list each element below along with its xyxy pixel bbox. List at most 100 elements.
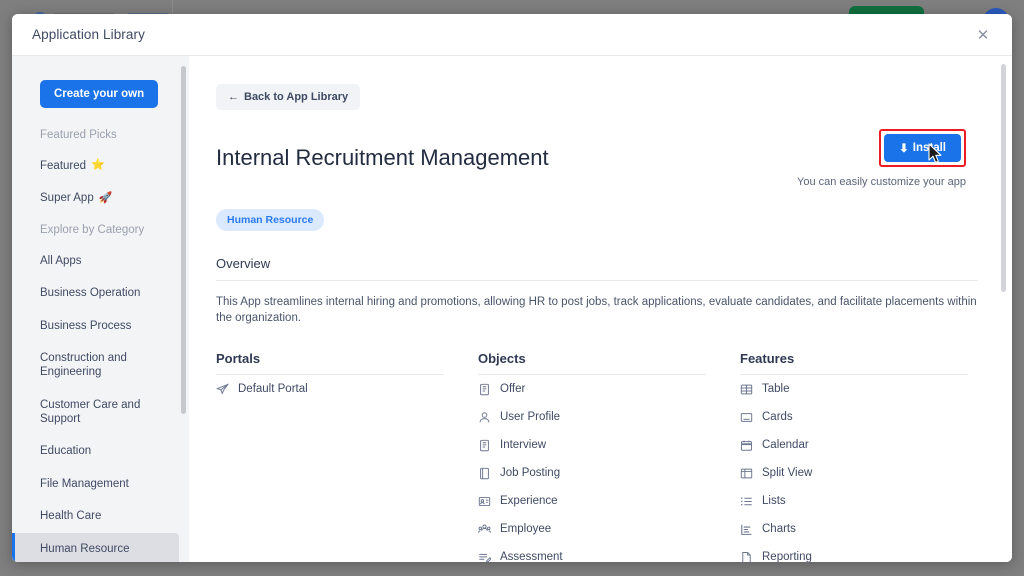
back-to-app-library-button[interactable]: ← Back to App Library	[216, 84, 361, 110]
sidebar-item-human-resource[interactable]: Human Resource	[12, 532, 179, 562]
list-item[interactable]: Experience	[478, 487, 740, 515]
column-heading: Objects	[478, 351, 526, 367]
create-your-own-button[interactable]: Create your own	[40, 80, 159, 108]
overview-heading: Overview	[216, 256, 271, 271]
page-title: Internal Recruitment Management	[216, 144, 549, 170]
report-page-icon	[740, 551, 753, 562]
list-item-label: User Profile	[500, 411, 561, 424]
sidebar-group-label-explore-by-category: Explore by Category	[40, 223, 145, 236]
overview-divider	[216, 280, 978, 281]
sidebar-item-label: Education	[40, 445, 92, 458]
list-item[interactable]: Employee	[478, 515, 740, 543]
list-item[interactable]: Cards	[740, 403, 1002, 431]
title-row: Internal Recruitment Management ⬇ Instal…	[216, 129, 978, 188]
dialog-title: Application Library	[32, 27, 145, 42]
list-item-label: Offer	[500, 383, 526, 396]
list-icon	[740, 495, 753, 508]
sidebar-item-label: Business Operation	[40, 287, 141, 300]
sidebar-item-featured[interactable]: Featured ⭐	[12, 150, 179, 182]
content-area: ← Back to App Library Internal Recruitme…	[189, 56, 1012, 562]
calendar-icon	[740, 439, 753, 452]
list-item-label: Job Posting	[500, 467, 561, 480]
column-heading: Portals	[216, 351, 261, 367]
close-icon[interactable]: ✕	[970, 22, 996, 48]
list-item[interactable]: Interview	[478, 431, 740, 459]
rocket-icon: 🚀	[98, 191, 113, 204]
sidebar-item-label: Health Care	[40, 510, 102, 523]
list-item[interactable]: Lists	[740, 487, 1002, 515]
left-arrow-icon: ←	[228, 91, 239, 103]
sidebar-item-label: Business Process	[40, 319, 132, 332]
list-item-label: Table	[762, 383, 790, 396]
install-column: ⬇ Install You can easily customize your …	[797, 129, 978, 188]
list-item[interactable]: Offer	[478, 375, 740, 403]
overview-description: This App streamlines internal hiring and…	[216, 296, 977, 325]
list-item-label: Employee	[500, 523, 552, 536]
content-scrollbar-thumb[interactable]	[1001, 64, 1006, 292]
sidebar-item-customer-care-and-support[interactable]: Customer Care and Support	[12, 389, 179, 436]
download-icon: ⬇	[899, 143, 909, 155]
sidebar: Create your own Featured Picks Featured …	[12, 56, 189, 562]
list-item[interactable]: Table	[740, 375, 1002, 403]
chart-icon	[740, 523, 753, 536]
install-button[interactable]: ⬇ Install	[884, 134, 961, 162]
list-item[interactable]: User Profile	[478, 403, 740, 431]
list-item-label: Lists	[762, 495, 786, 508]
content-scroll-content: ← Back to App Library Internal Recruitme…	[189, 56, 1012, 562]
book-icon	[478, 467, 491, 480]
list-item[interactable]: Reporting	[740, 543, 1002, 562]
document-icon	[478, 383, 491, 396]
sidebar-item-label: Human Resource	[40, 542, 130, 555]
list-item[interactable]: Split View	[740, 459, 1002, 487]
document-icon	[478, 439, 491, 452]
badge-icon	[478, 495, 491, 508]
list-item-label: Calendar	[762, 439, 809, 452]
sidebar-item-education[interactable]: Education	[12, 435, 179, 467]
sidebar-scrollbar-thumb[interactable]	[181, 66, 186, 414]
sidebar-item-file-management[interactable]: File Management	[12, 468, 179, 500]
list-item[interactable]: Charts	[740, 515, 1002, 543]
list-item[interactable]: Calendar	[740, 431, 1002, 459]
column-objects: Objects Offer User Profile Interview Job…	[478, 351, 740, 562]
list-item-label: Cards	[762, 411, 793, 424]
split-view-icon	[740, 467, 753, 480]
sidebar-item-business-process[interactable]: Business Process	[12, 310, 179, 342]
sidebar-item-label: File Management	[40, 477, 129, 490]
sidebar-item-construction-and-engineering[interactable]: Construction and Engineering	[12, 342, 179, 389]
column-heading: Features	[740, 351, 795, 367]
table-icon	[740, 383, 753, 396]
list-item-label: Split View	[762, 467, 813, 480]
list-item-label: Experience	[500, 495, 558, 508]
card-icon	[740, 411, 753, 424]
list-item-label: Charts	[762, 523, 796, 536]
column-features: Features Table Cards Calendar Split View…	[740, 351, 1002, 562]
list-item[interactable]: Assessment	[478, 543, 740, 562]
list-item[interactable]: Default Portal	[216, 375, 478, 403]
sidebar-item-label: Customer Care and Support	[40, 398, 141, 425]
form-edit-icon	[478, 551, 491, 562]
sidebar-group-label-featured-picks: Featured Picks	[40, 129, 117, 141]
sidebar-item-all-apps[interactable]: All Apps	[12, 245, 179, 277]
sidebar-item-super-app[interactable]: Super App 🚀	[12, 182, 179, 214]
install-button-label: Install	[912, 142, 946, 154]
star-icon: ⭐	[91, 159, 105, 172]
column-portals: Portals Default Portal	[216, 351, 478, 562]
category-chip[interactable]: Human Resource	[216, 209, 325, 231]
sidebar-item-label: Construction and Engineering	[40, 351, 127, 379]
sidebar-item-label: Featured	[40, 160, 87, 172]
sidebar-scroll-content: Create your own Featured Picks Featured …	[12, 56, 189, 562]
sidebar-item-business-operation[interactable]: Business Operation	[12, 277, 179, 309]
list-item-label: Assessment	[500, 551, 563, 562]
list-item-label: Reporting	[762, 551, 812, 562]
user-icon	[478, 411, 491, 424]
detail-columns: Portals Default Portal Objects Offer Use…	[216, 351, 978, 562]
install-highlight-box: ⬇ Install	[879, 129, 966, 167]
list-item[interactable]: Job Posting	[478, 459, 740, 487]
application-library-dialog: Application Library ✕ Create your own Fe…	[12, 14, 1012, 562]
sidebar-scrollbar-track[interactable]	[181, 60, 188, 558]
list-item-label: Default Portal	[238, 383, 308, 396]
sidebar-item-health-care[interactable]: Health Care	[12, 500, 179, 532]
list-item-label: Interview	[500, 439, 547, 452]
back-button-label: Back to App Library	[244, 91, 349, 103]
sidebar-item-label: All Apps	[40, 254, 82, 267]
